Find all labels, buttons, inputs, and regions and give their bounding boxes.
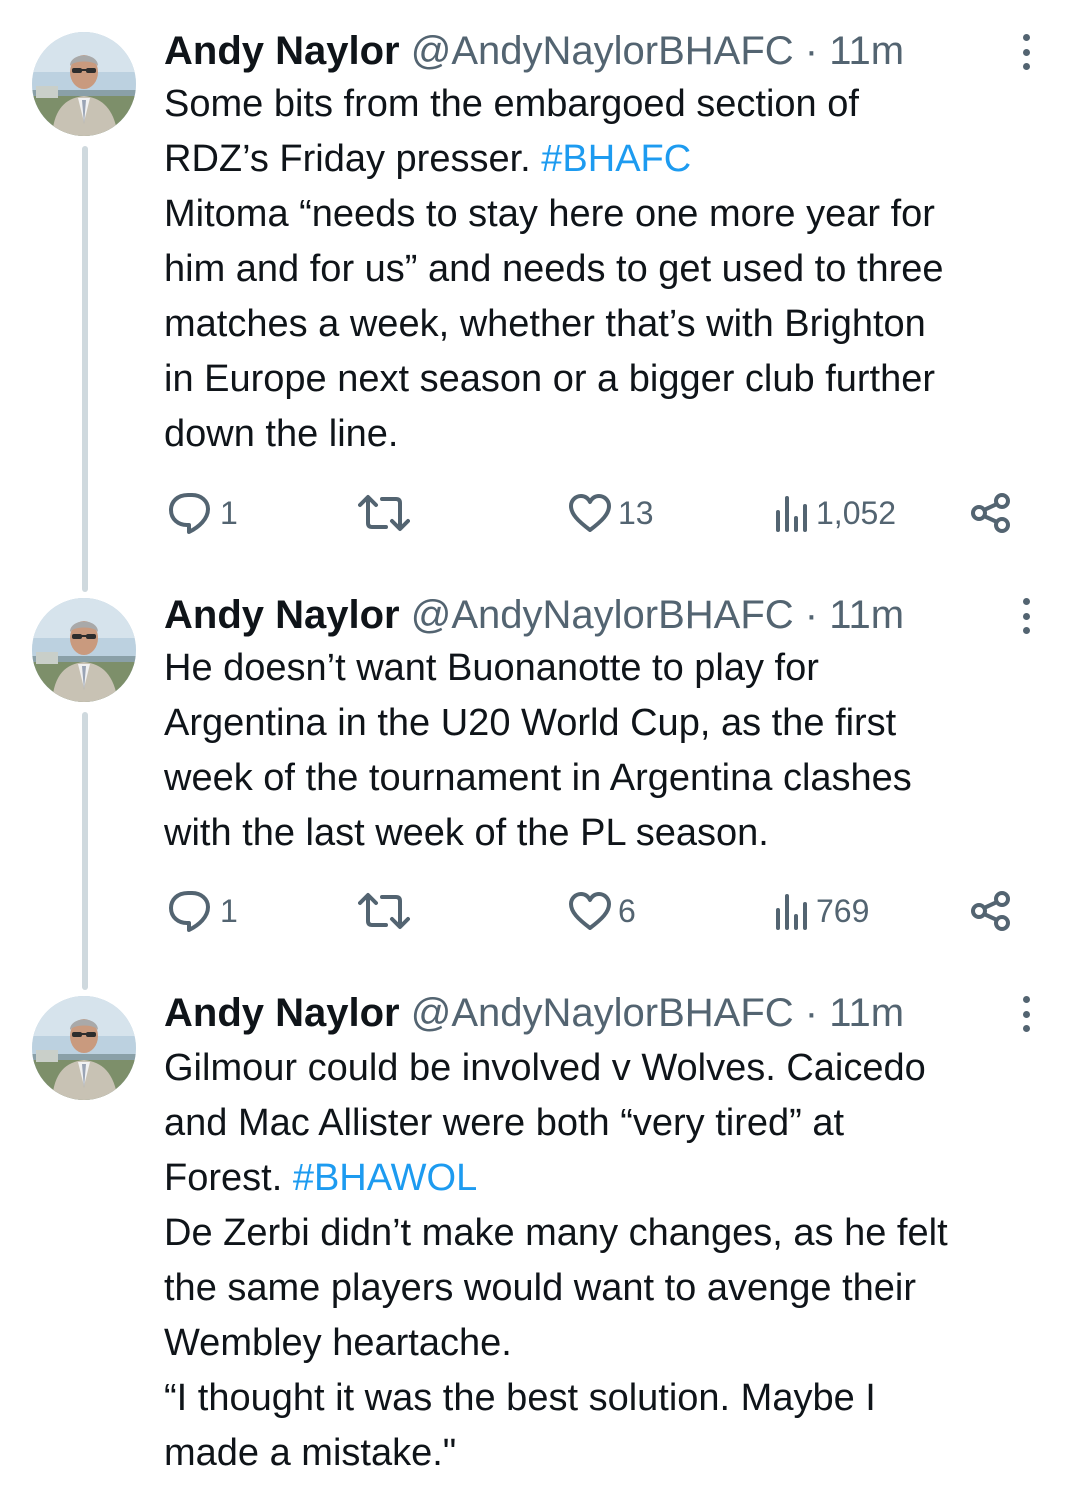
- tweet-text-line: and Mac Allister were both “very tired” …: [164, 1096, 1050, 1151]
- tweet-text-segment: him and for us” and needs to get used to…: [164, 248, 944, 290]
- tweet-text-line: Argentina in the U20 World Cup, as the f…: [164, 696, 1050, 751]
- tweet-text-line: week of the tournament in Argentina clas…: [164, 751, 1050, 806]
- like-button[interactable]: 13: [568, 488, 654, 538]
- tweet-text-line: Mitoma “needs to stay here one more year…: [164, 187, 1050, 242]
- tweet-text-segment: Gilmour could be involved v Wolves. Caic…: [164, 1047, 926, 1089]
- heart-icon: [568, 891, 612, 931]
- author-name[interactable]: Andy Naylor: [164, 991, 400, 1035]
- tweet[interactable]: Andy Naylor @AndyNaylorBHAFC · 11m Some …: [0, 0, 1080, 560]
- share-icon: [970, 890, 1012, 932]
- hashtag-link[interactable]: #BHAWOL: [293, 1157, 477, 1199]
- share-button[interactable]: [970, 886, 1012, 936]
- heart-icon: [568, 493, 612, 533]
- author-name[interactable]: Andy Naylor: [164, 593, 400, 637]
- author-handle[interactable]: @AndyNaylorBHAFC: [411, 991, 794, 1035]
- tweet-text-line: made a mistake.": [164, 1426, 1050, 1481]
- tweet-text-segment: matches a week, whether that’s with Brig…: [164, 303, 926, 345]
- timestamp[interactable]: 11m: [829, 29, 904, 73]
- share-icon: [970, 492, 1012, 534]
- timestamp[interactable]: 11m: [829, 991, 904, 1035]
- like-count: 6: [618, 892, 636, 929]
- tweet-text-segment: Argentina in the U20 World Cup, as the f…: [164, 702, 897, 744]
- tweet-text-segment: Some bits from the embargoed section of: [164, 83, 859, 125]
- tweet-header: Andy Naylor @AndyNaylorBHAFC · 11m: [164, 590, 1000, 640]
- tweet-header: Andy Naylor @AndyNaylorBHAFC · 11m: [164, 26, 1000, 76]
- tweet-text-line: RDZ’s Friday presser. #BHAFC: [164, 132, 1050, 187]
- tweet-text-segment: De Zerbi didn’t make many changes, as he…: [164, 1212, 948, 1254]
- share-button[interactable]: [970, 488, 1012, 538]
- views-chart-icon: [774, 494, 810, 532]
- tweet-text-line: Some bits from the embargoed section of: [164, 77, 1050, 132]
- tweet-text-segment: in Europe next season or a bigger club f…: [164, 358, 936, 400]
- tweet-text-segment: “I thought it was the best solution. May…: [164, 1377, 876, 1419]
- separator-dot: ·: [804, 29, 819, 73]
- tweet-text-line: Wembley heartache.: [164, 1316, 1050, 1371]
- hashtag-link[interactable]: #BHAFC: [541, 138, 691, 180]
- tweet-text: Gilmour could be involved v Wolves. Caic…: [164, 1041, 1050, 1481]
- repost-button[interactable]: [358, 488, 416, 538]
- repost-button[interactable]: [358, 886, 416, 936]
- tweet-text-segment: with the last week of the PL season.: [164, 812, 769, 854]
- tweet-actions: 1 13 1,052: [164, 488, 1020, 538]
- reply-button[interactable]: 1: [168, 488, 238, 538]
- timestamp[interactable]: 11m: [829, 593, 904, 637]
- repost-icon: [358, 891, 410, 931]
- tweet-text-line: down the line.: [164, 407, 1050, 462]
- avatar[interactable]: [32, 32, 136, 136]
- avatar[interactable]: [32, 598, 136, 702]
- tweet-text-segment: He doesn’t want Buonanotte to play for: [164, 647, 819, 689]
- tweet-text-segment: Forest.: [164, 1157, 293, 1199]
- tweet[interactable]: Andy Naylor @AndyNaylorBHAFC · 11m He do…: [0, 570, 1080, 970]
- tweet-text-line: Gilmour could be involved v Wolves. Caic…: [164, 1041, 1050, 1096]
- separator-dot: ·: [804, 593, 819, 637]
- views-button[interactable]: 769: [774, 886, 869, 936]
- views-count: 769: [816, 892, 870, 929]
- reply-icon: [168, 491, 214, 535]
- reply-icon: [168, 889, 214, 933]
- reply-button[interactable]: 1: [168, 886, 238, 936]
- views-count: 1,052: [816, 494, 897, 531]
- tweet-text-line: He doesn’t want Buonanotte to play for: [164, 641, 1050, 696]
- tweet-text-line: matches a week, whether that’s with Brig…: [164, 297, 1050, 352]
- tweet-text-line: Forest. #BHAWOL: [164, 1151, 1050, 1206]
- views-chart-icon: [774, 892, 810, 930]
- tweet-text-segment: the same players would want to avenge th…: [164, 1267, 916, 1309]
- tweet-actions: 1 6 769: [164, 886, 1020, 936]
- views-button[interactable]: 1,052: [774, 488, 896, 538]
- tweet-text-segment: and Mac Allister were both “very tired” …: [164, 1102, 845, 1144]
- tweet-text-segment: week of the tournament in Argentina clas…: [164, 757, 912, 799]
- avatar[interactable]: [32, 996, 136, 1100]
- tweet-text-line: in Europe next season or a bigger club f…: [164, 352, 1050, 407]
- like-button[interactable]: 6: [568, 886, 636, 936]
- tweet-text-segment: Wembley heartache.: [164, 1322, 512, 1364]
- author-handle[interactable]: @AndyNaylorBHAFC: [411, 593, 794, 637]
- more-vertical-icon[interactable]: [1014, 30, 1038, 74]
- tweet-text-line: with the last week of the PL season.: [164, 806, 1050, 861]
- author-name[interactable]: Andy Naylor: [164, 29, 400, 73]
- like-count: 13: [618, 494, 654, 531]
- repost-icon: [358, 493, 410, 533]
- tweet-text: Some bits from the embargoed section of R…: [164, 77, 1050, 462]
- tweet-text-line: De Zerbi didn’t make many changes, as he…: [164, 1206, 1050, 1261]
- reply-count: 1: [220, 892, 238, 929]
- tweet-text-segment: made a mistake.": [164, 1432, 457, 1474]
- more-vertical-icon[interactable]: [1014, 594, 1038, 638]
- tweet-text-segment: RDZ’s Friday presser.: [164, 138, 542, 180]
- tweet-text-segment: down the line.: [164, 413, 399, 455]
- separator-dot: ·: [804, 991, 819, 1035]
- tweet-text-line: him and for us” and needs to get used to…: [164, 242, 1050, 297]
- tweet-text: He doesn’t want Buonanotte to play for Ar…: [164, 641, 1050, 861]
- tweet-text-line: the same players would want to avenge th…: [164, 1261, 1050, 1316]
- tweet-header: Andy Naylor @AndyNaylorBHAFC · 11m: [164, 988, 1000, 1038]
- tweet-text-line: “I thought it was the best solution. May…: [164, 1371, 1050, 1426]
- tweet-text-segment: Mitoma “needs to stay here one more year…: [164, 193, 935, 235]
- tweet[interactable]: Andy Naylor @AndyNaylorBHAFC · 11m Gilmo…: [0, 970, 1080, 1486]
- reply-count: 1: [220, 494, 238, 531]
- author-handle[interactable]: @AndyNaylorBHAFC: [411, 29, 794, 73]
- more-vertical-icon[interactable]: [1014, 992, 1038, 1036]
